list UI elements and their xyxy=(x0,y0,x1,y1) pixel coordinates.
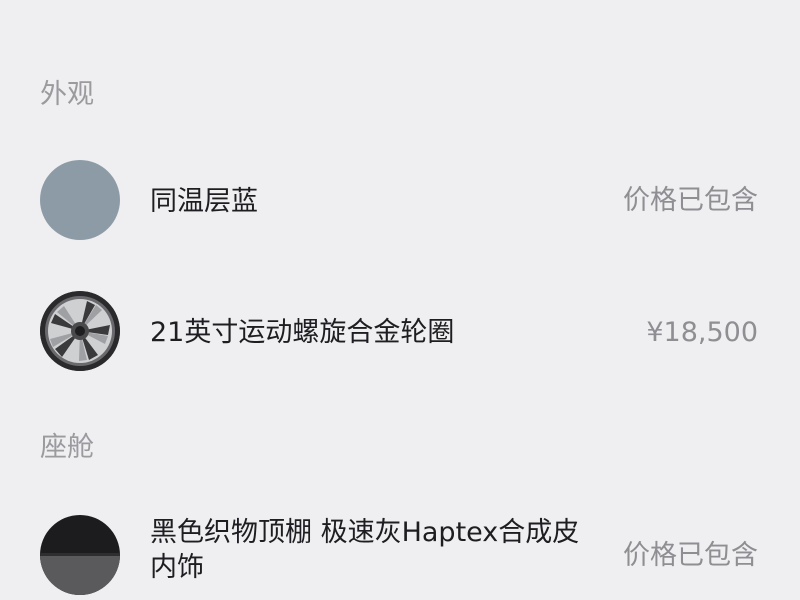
option-name-interior: 黑色织物顶棚 极速灰Haptex合成皮 内饰 xyxy=(150,515,579,585)
configuration-summary: 外观 同温层蓝 价格已包含 21英寸运动螺旋合金轮圈 ¥18,500 座舱 黑色… xyxy=(0,0,800,600)
option-row-paint[interactable]: 同温层蓝 价格已包含 xyxy=(0,160,800,242)
option-row-wheels[interactable]: 21英寸运动螺旋合金轮圈 ¥18,500 xyxy=(0,291,800,373)
option-name-paint: 同温层蓝 xyxy=(150,186,258,217)
option-name-wheels: 21英寸运动螺旋合金轮圈 xyxy=(150,317,455,348)
option-name-interior-line2: 内饰 xyxy=(150,552,204,584)
section-title-cabin: 座舱 xyxy=(40,432,94,463)
option-row-interior[interactable]: 黑色织物顶棚 极速灰Haptex合成皮 内饰 价格已包含 xyxy=(0,515,800,600)
option-price-interior: 价格已包含 xyxy=(623,540,758,571)
option-price-wheels: ¥18,500 xyxy=(646,317,758,348)
interior-swatch-icon xyxy=(40,515,120,595)
option-name-interior-line1: 黑色织物顶棚 极速灰Haptex合成皮 xyxy=(150,517,580,548)
section-title-exterior: 外观 xyxy=(40,79,94,110)
option-price-paint: 价格已包含 xyxy=(623,185,758,216)
color-swatch-icon xyxy=(40,160,120,240)
wheel-icon xyxy=(40,291,120,371)
